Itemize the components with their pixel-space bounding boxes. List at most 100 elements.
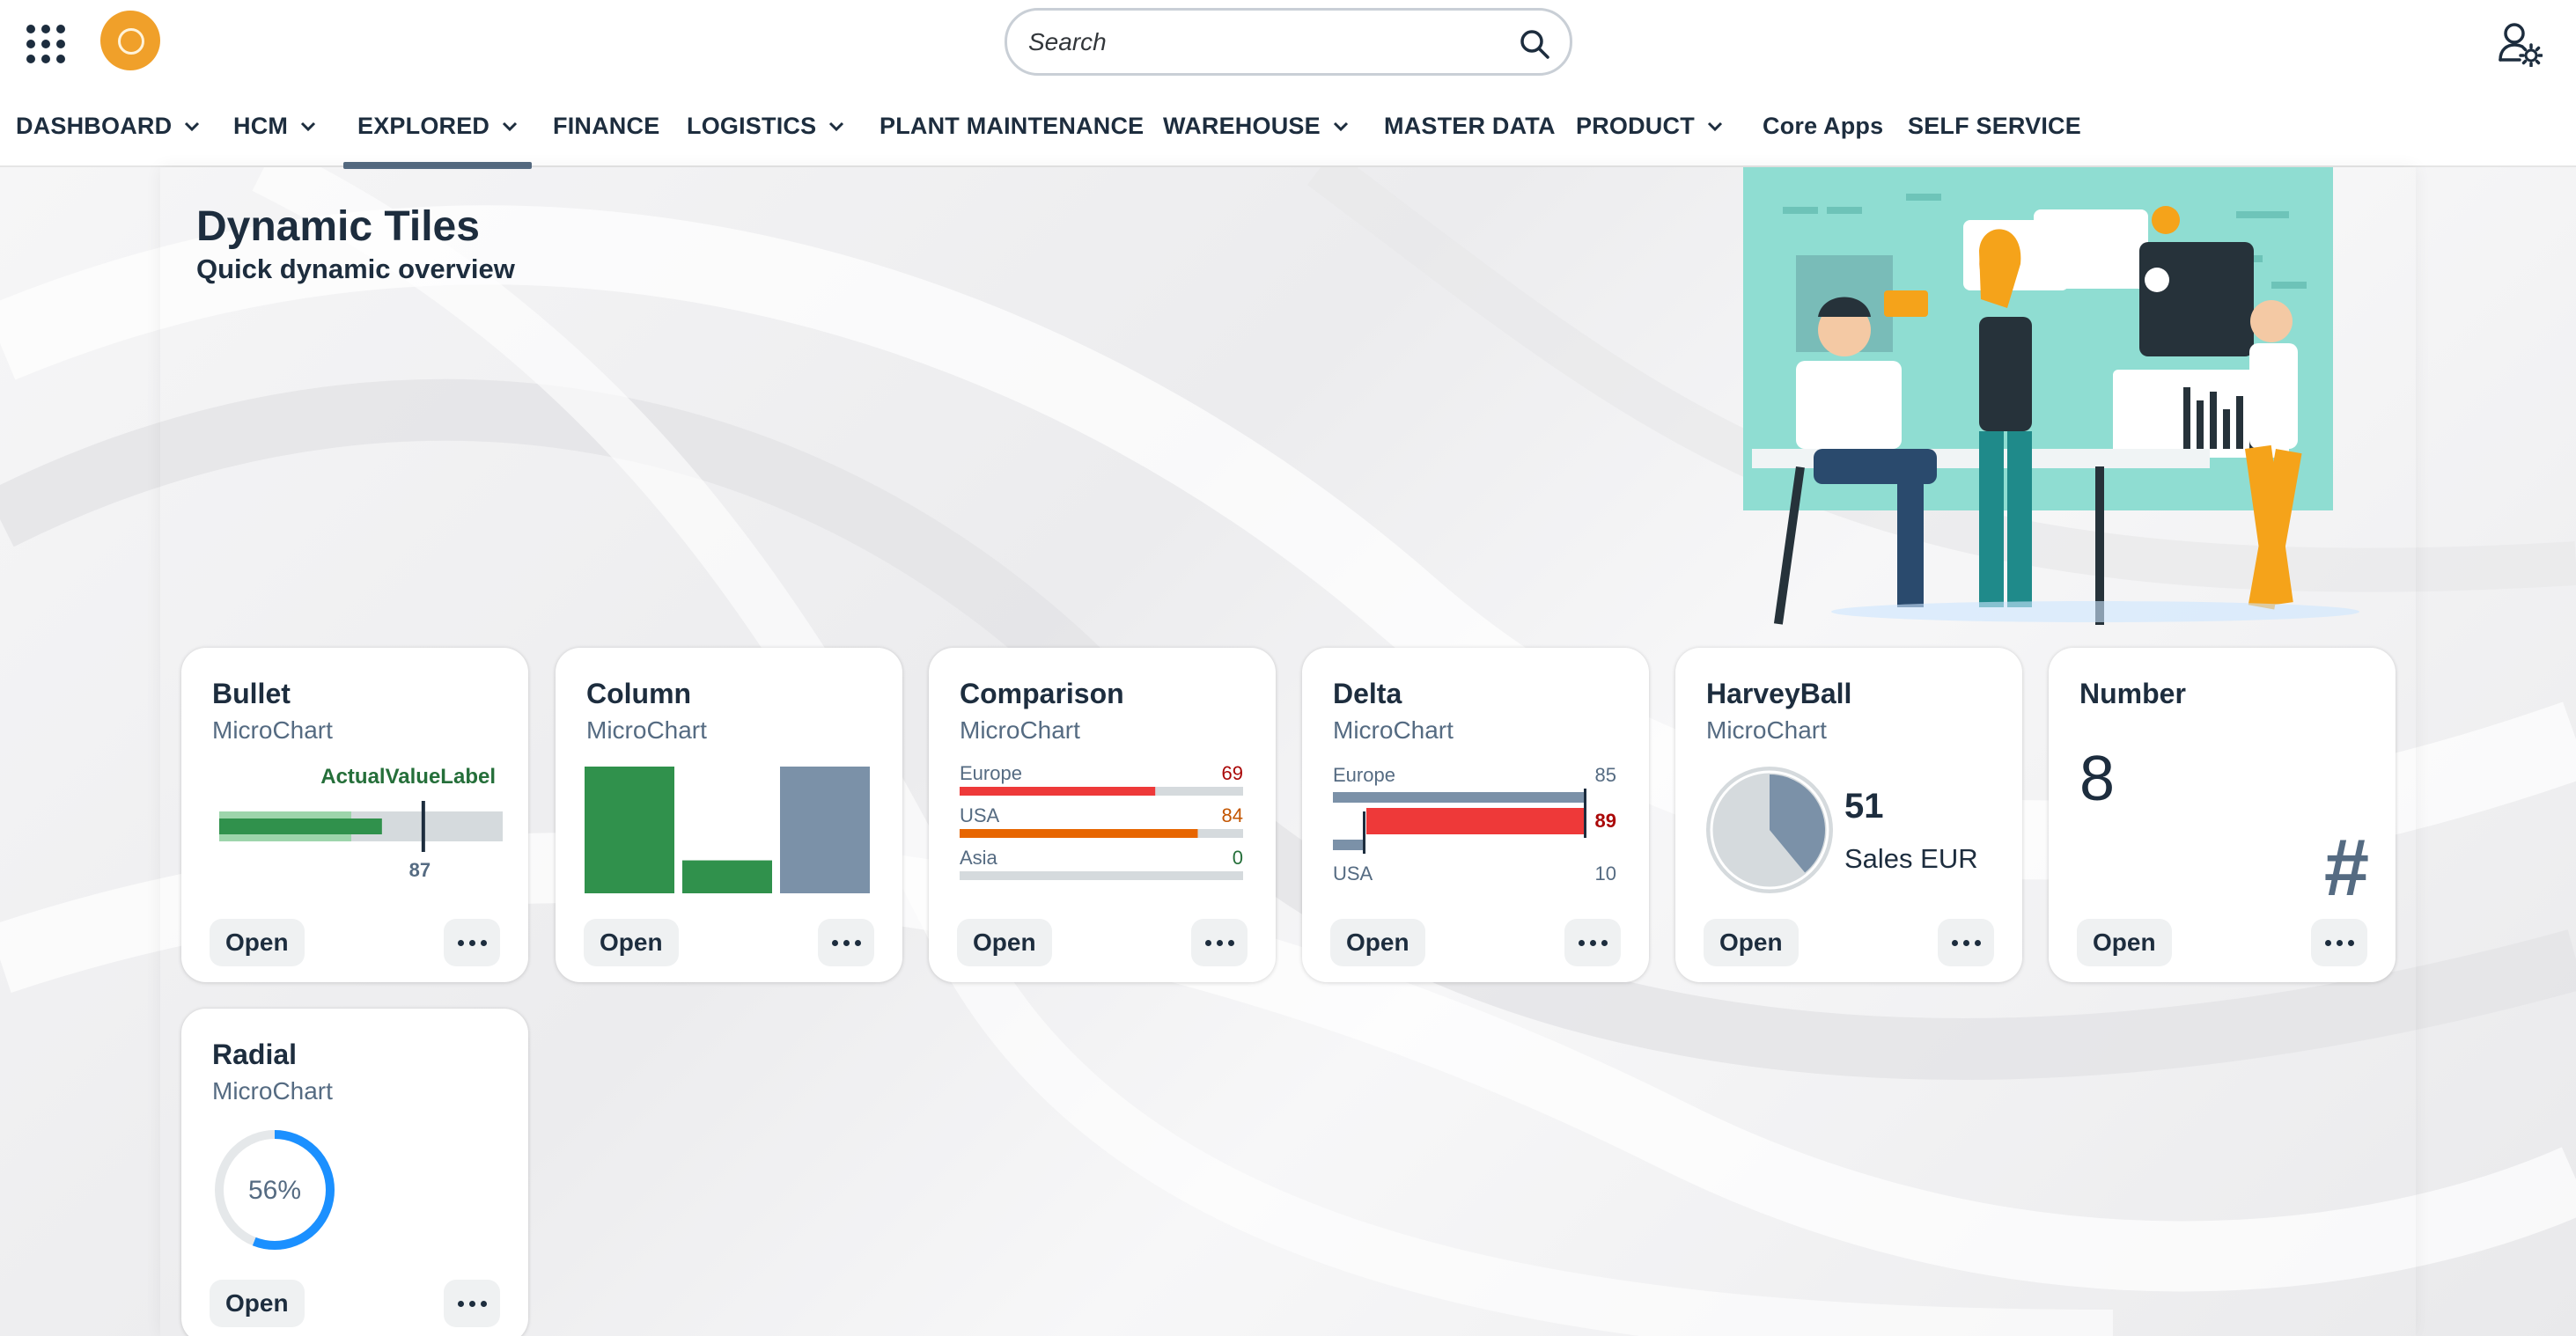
nav-label: SELF SERVICE — [1908, 112, 2081, 139]
open-button[interactable]: Open — [584, 919, 679, 966]
harveyball-unit: Sales EUR — [1844, 843, 1978, 874]
bullet-microchart: ActualValueLabel 87 — [219, 765, 503, 881]
company-logo[interactable] — [100, 11, 160, 70]
nav-logistics[interactable]: LOGISTICS — [687, 84, 844, 167]
nav-label: Core Apps — [1763, 112, 1884, 139]
comparison-value-label: 69 — [1222, 762, 1243, 784]
nav-label: MASTER DATA — [1384, 112, 1556, 139]
tile-bullet[interactable]: Bullet MicroChart ActualValueLabel 87 Op… — [181, 648, 528, 982]
search-field[interactable] — [1005, 8, 1572, 76]
tile-subtitle: MicroChart — [212, 716, 333, 744]
nav-plant-maintenance[interactable]: PLANT MAINTENANCE — [880, 84, 1144, 167]
chevron-down-icon — [301, 121, 316, 132]
user-settings-icon[interactable] — [2497, 21, 2543, 67]
tile-subtitle: MicroChart — [1333, 716, 1454, 744]
delta-bar-2 — [1333, 840, 1363, 850]
tile-title: Delta — [1333, 678, 1402, 709]
nav-label: EXPLORED — [357, 112, 490, 139]
column-bar — [780, 767, 870, 893]
column-bar — [682, 860, 772, 893]
delta-value-1: 85 — [1595, 764, 1616, 786]
more-options-button[interactable] — [2311, 919, 2367, 966]
tile-delta[interactable]: Delta MicroChart Europe 85 89 USA 10 Ope… — [1302, 648, 1649, 982]
chevron-down-icon — [1333, 121, 1348, 132]
column-bar — [585, 767, 674, 893]
tile-title: Bullet — [212, 678, 291, 709]
search-icon[interactable] — [1519, 28, 1550, 60]
app-launcher-icon[interactable] — [26, 25, 65, 63]
tile-radial[interactable]: Radial MicroChart 56% Open — [181, 1009, 528, 1336]
nav-label: WAREHOUSE — [1163, 112, 1321, 139]
comparison-category-label: Asia — [960, 847, 998, 869]
bullet-target-marker — [421, 801, 425, 852]
comparison-bar — [960, 787, 1156, 796]
nav-label: PLANT MAINTENANCE — [880, 112, 1144, 139]
tile-subtitle: MicroChart — [212, 1077, 333, 1105]
nav-label: PRODUCT — [1576, 112, 1695, 139]
more-options-button[interactable] — [1938, 919, 1994, 966]
delta-label-1: Europe — [1333, 764, 1395, 786]
more-options-button[interactable] — [444, 1280, 500, 1327]
more-options-button[interactable] — [1191, 919, 1248, 966]
nav-finance[interactable]: FINANCE — [553, 84, 659, 167]
tile-title: Comparison — [960, 678, 1124, 709]
delta-bar-1 — [1333, 792, 1586, 803]
nav-explored[interactable]: EXPLORED — [342, 84, 533, 169]
comparison-category-label: USA — [960, 804, 1000, 826]
chevron-down-icon — [503, 121, 518, 132]
bullet-actual-bar — [219, 818, 382, 834]
chevron-down-icon — [1707, 121, 1722, 132]
open-button[interactable]: Open — [210, 919, 305, 966]
delta-difference-value: 89 — [1595, 810, 1616, 832]
nav-label: HCM — [233, 112, 289, 139]
tile-harveyball[interactable]: HarveyBall MicroChart 51 Sales EUR Open — [1675, 648, 2022, 982]
more-options-button[interactable] — [444, 919, 500, 966]
tile-title: Column — [586, 678, 692, 709]
tile-subtitle: MicroChart — [586, 716, 707, 744]
open-button[interactable]: Open — [210, 1280, 305, 1327]
tile-title: Radial — [212, 1039, 298, 1070]
nav-self-service[interactable]: SELF SERVICE — [1908, 84, 2081, 167]
radial-percent-label: 56% — [248, 1176, 301, 1205]
comparison-bar — [960, 829, 1198, 838]
nav-label: DASHBOARD — [16, 112, 173, 139]
tile-number[interactable]: Number 8 # Open — [2049, 648, 2396, 982]
team-illustration — [1743, 167, 2359, 625]
shell-bar — [0, 0, 2576, 84]
tile-subtitle: MicroChart — [960, 716, 1080, 744]
nav-warehouse[interactable]: WAREHOUSE — [1163, 84, 1349, 167]
tile-title: HarveyBall — [1706, 678, 1852, 709]
page-title: Dynamic Tiles — [196, 203, 480, 250]
more-options-button[interactable] — [818, 919, 874, 966]
nav-hcm[interactable]: HCM — [233, 84, 316, 167]
nav-dashboard[interactable]: DASHBOARD — [16, 84, 200, 167]
delta-marker-left — [1363, 811, 1365, 854]
chevron-down-icon — [829, 121, 844, 132]
comparison-category-label: Europe — [960, 762, 1022, 784]
open-button[interactable]: Open — [2077, 919, 2172, 966]
actual-value-label: ActualValueLabel — [320, 765, 496, 789]
open-button[interactable]: Open — [957, 919, 1052, 966]
search-input[interactable] — [1028, 21, 1504, 63]
nav-core-apps[interactable]: Core Apps — [1763, 84, 1883, 167]
hash-icon: # — [2323, 823, 2369, 913]
tile-subtitle: MicroChart — [1706, 716, 1827, 744]
radial-microchart: 56% — [215, 1130, 335, 1250]
delta-microchart: Europe 85 89 USA 10 — [1333, 764, 1616, 885]
open-button[interactable]: Open — [1330, 919, 1425, 966]
tile-title: Number — [2079, 678, 2186, 709]
comparison-value-label: 84 — [1222, 804, 1243, 826]
nav-label: FINANCE — [553, 112, 660, 139]
tile-comparison[interactable]: Comparison MicroChart Europe 69 USA 84 Asia 0… — [929, 648, 1276, 982]
bullet-target-label: 87 — [409, 859, 431, 881]
nav-product[interactable]: PRODUCT — [1576, 84, 1723, 167]
tile-column[interactable]: Column MicroChart Open — [556, 648, 902, 982]
more-options-button[interactable] — [1564, 919, 1621, 966]
harveyball-microchart — [1706, 767, 1833, 893]
comparison-track — [960, 871, 1243, 880]
column-microchart — [585, 767, 870, 893]
open-button[interactable]: Open — [1704, 919, 1799, 966]
harveyball-value: 51 — [1844, 787, 1884, 826]
nav-master-data[interactable]: MASTER DATA — [1384, 84, 1556, 167]
number-value: 8 — [2079, 744, 2116, 814]
